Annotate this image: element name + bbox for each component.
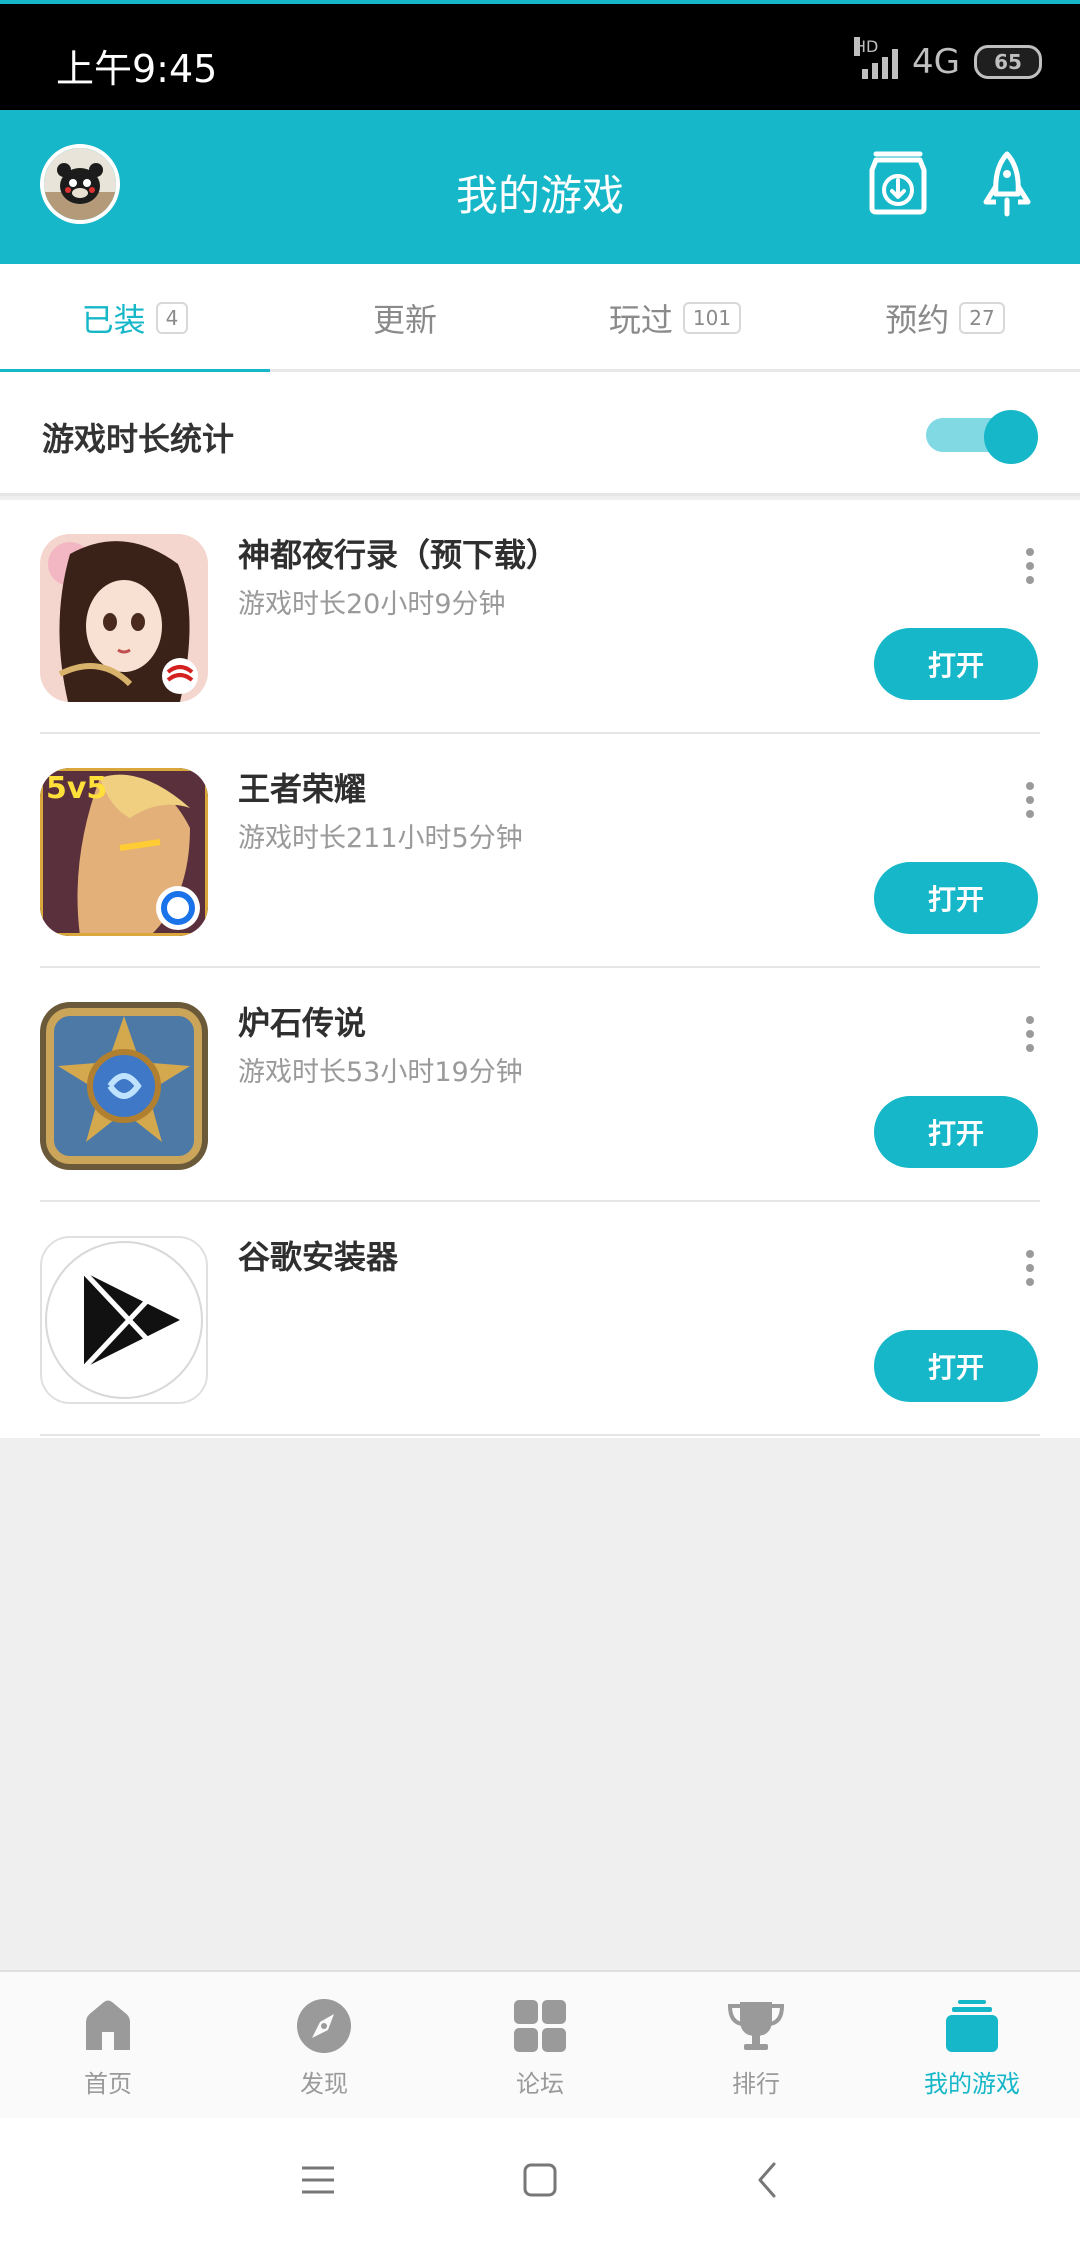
trophy-icon: [727, 2002, 785, 2050]
tab-count: 101: [682, 302, 742, 334]
nav-ranking[interactable]: 排行: [648, 1972, 864, 2120]
tab-reserved[interactable]: 预约 27: [810, 264, 1080, 372]
nav-label: 首页: [84, 2070, 132, 2098]
game-playtime: 游戏时长211小时5分钟: [238, 823, 523, 854]
game-name: 王者荣耀: [238, 770, 367, 808]
nav-home[interactable]: 首页: [0, 1972, 216, 2120]
tab-label: 预约: [885, 301, 950, 339]
game-name: 炉石传说: [238, 1004, 367, 1042]
list-item[interactable]: 神都夜行录（预下载） 游戏时长20小时9分钟 打开: [0, 500, 1080, 734]
playtime-stats-toggle[interactable]: [926, 410, 1038, 464]
svg-text:5v5: 5v5: [46, 771, 107, 806]
bottom-nav: 首页 发现 论坛 排行 我的游戏: [0, 1970, 1080, 2118]
nav-forum[interactable]: 论坛: [432, 1972, 648, 2120]
game-icon-shendu[interactable]: [40, 534, 208, 702]
more-options-icon[interactable]: [1026, 782, 1036, 822]
network-label: 4G: [912, 42, 960, 82]
more-options-icon[interactable]: [1026, 1250, 1036, 1290]
app-bar: 我的游戏: [0, 110, 1080, 264]
tab-count: 4: [155, 302, 189, 334]
game-icon-google-installer[interactable]: [40, 1236, 208, 1404]
list-item[interactable]: 谷歌安装器 打开: [0, 1202, 1080, 1436]
home-icon: [86, 2000, 130, 2050]
status-indicators: HD 4G 65: [854, 37, 1042, 82]
signal-icon: HD: [854, 37, 899, 79]
more-options-icon[interactable]: [1026, 1016, 1036, 1056]
nav-discover[interactable]: 发现: [216, 1972, 432, 2120]
stack-icon: [946, 2000, 998, 2052]
back-icon[interactable]: [748, 2160, 788, 2200]
nav-label: 发现: [300, 2070, 348, 2098]
game-name: 神都夜行录（预下载）: [238, 536, 559, 574]
hd-label: HD: [854, 37, 879, 56]
tab-label: 玩过: [608, 301, 673, 339]
game-list: 神都夜行录（预下载） 游戏时长20小时9分钟 打开 5v5 王者荣耀 游戏时长2…: [0, 500, 1080, 1438]
game-playtime: 游戏时长53小时19分钟: [238, 1057, 523, 1088]
tab-count: 27: [959, 302, 1005, 334]
tab-played[interactable]: 玩过 101: [540, 264, 810, 372]
tab-updates[interactable]: 更新: [270, 264, 540, 372]
list-item[interactable]: 5v5 王者荣耀 游戏时长211小时5分钟 打开: [0, 734, 1080, 968]
tab-installed[interactable]: 已装 4: [0, 264, 270, 375]
tab-bar: 已装 4 更新 玩过 101 预约 27: [0, 264, 1080, 375]
toggle-knob: [984, 410, 1038, 464]
home-square-icon[interactable]: [520, 2160, 560, 2200]
tab-label: 更新: [372, 301, 437, 339]
nav-label: 论坛: [516, 2070, 564, 2098]
system-nav-bar: [0, 2118, 1080, 2248]
open-button[interactable]: 打开: [874, 862, 1038, 934]
tab-label: 已装: [81, 301, 146, 339]
download-icon[interactable]: [868, 150, 928, 216]
nav-label: 排行: [732, 2070, 780, 2098]
open-button[interactable]: 打开: [874, 1330, 1038, 1402]
playtime-stats-row: 游戏时长统计: [0, 372, 1080, 496]
battery-level: 65: [994, 50, 1022, 74]
battery-icon: 65: [974, 45, 1042, 79]
status-time: 上午9:45: [56, 47, 218, 91]
nav-label: 我的游戏: [924, 2070, 1020, 2098]
open-button[interactable]: 打开: [874, 1096, 1038, 1168]
list-item[interactable]: 炉石传说 游戏时长53小时19分钟 打开: [0, 968, 1080, 1202]
compass-icon: [297, 1999, 351, 2053]
more-options-icon[interactable]: [1026, 548, 1036, 588]
divider: [40, 1434, 1040, 1436]
game-name: 谷歌安装器: [238, 1238, 399, 1276]
game-playtime: 游戏时长20小时9分钟: [238, 589, 506, 620]
status-bar: 上午9:45 HD 4G 65: [0, 0, 1080, 110]
grid-icon: [514, 2000, 566, 2052]
game-icon-hearthstone[interactable]: [40, 1002, 208, 1170]
menu-icon[interactable]: [298, 2160, 338, 2200]
rocket-icon[interactable]: [980, 150, 1034, 220]
game-icon-wangzhe[interactable]: 5v5: [40, 768, 208, 936]
open-button[interactable]: 打开: [874, 628, 1038, 700]
stats-label: 游戏时长统计: [42, 420, 235, 458]
nav-my-games[interactable]: 我的游戏: [864, 1972, 1080, 2120]
